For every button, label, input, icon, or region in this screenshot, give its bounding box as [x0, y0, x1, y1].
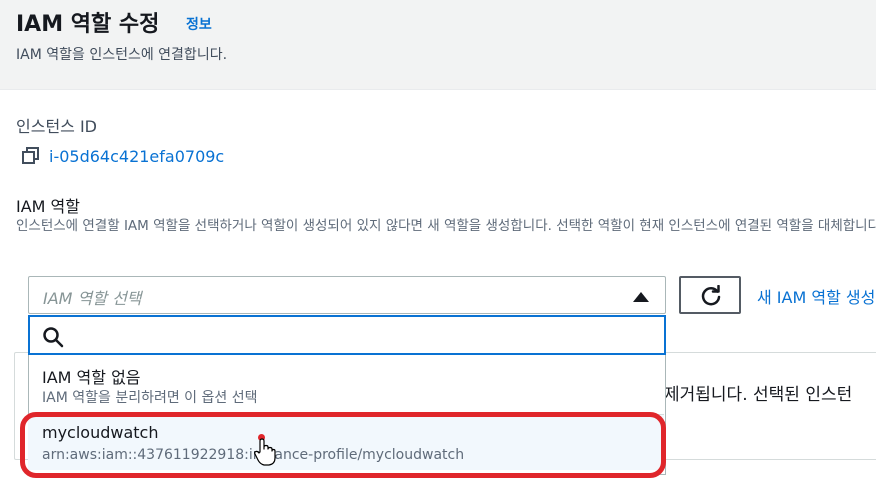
- select-placeholder: IAM 역할 선택: [43, 289, 142, 308]
- highlight-annotation: [20, 412, 666, 478]
- option-no-role[interactable]: IAM 역할 없음 IAM 역할을 분리하려면 이 옵션 선택: [28, 356, 664, 410]
- search-icon: [43, 327, 64, 348]
- underlying-text: 제거됩니다. 선택된 인스턴: [664, 385, 853, 405]
- copy-icon[interactable]: [22, 147, 40, 165]
- create-new-role-link[interactable]: 새 IAM 역할 생성: [757, 284, 875, 308]
- iam-role-description: 인스턴스에 연결할 IAM 역할을 선택하거나 역할이 생성되어 있지 않다면 …: [16, 218, 876, 234]
- refresh-icon: [701, 285, 721, 306]
- option-sublabel: IAM 역할을 분리하려면 이 옵션 선택: [42, 390, 258, 406]
- info-link[interactable]: 정보: [186, 14, 212, 34]
- page-subtitle: IAM 역할을 인스턴스에 연결합니다.: [16, 47, 228, 63]
- hand-cursor-icon: [254, 438, 276, 466]
- page-title: IAM 역할 수정: [16, 12, 160, 37]
- instance-id-link[interactable]: i-05d64c421efa0709c: [49, 147, 224, 166]
- option-label: IAM 역할 없음: [42, 368, 141, 387]
- instance-id-label: 인스턴스 ID: [16, 117, 98, 136]
- refresh-button[interactable]: [679, 276, 741, 314]
- caret-up-icon: [633, 292, 649, 302]
- role-search-input[interactable]: [28, 315, 666, 355]
- page-header: IAM 역할 수정 정보 IAM 역할을 인스턴스에 연결합니다.: [0, 0, 876, 90]
- iam-role-select[interactable]: IAM 역할 선택: [28, 276, 666, 314]
- iam-role-label: IAM 역할: [16, 197, 80, 216]
